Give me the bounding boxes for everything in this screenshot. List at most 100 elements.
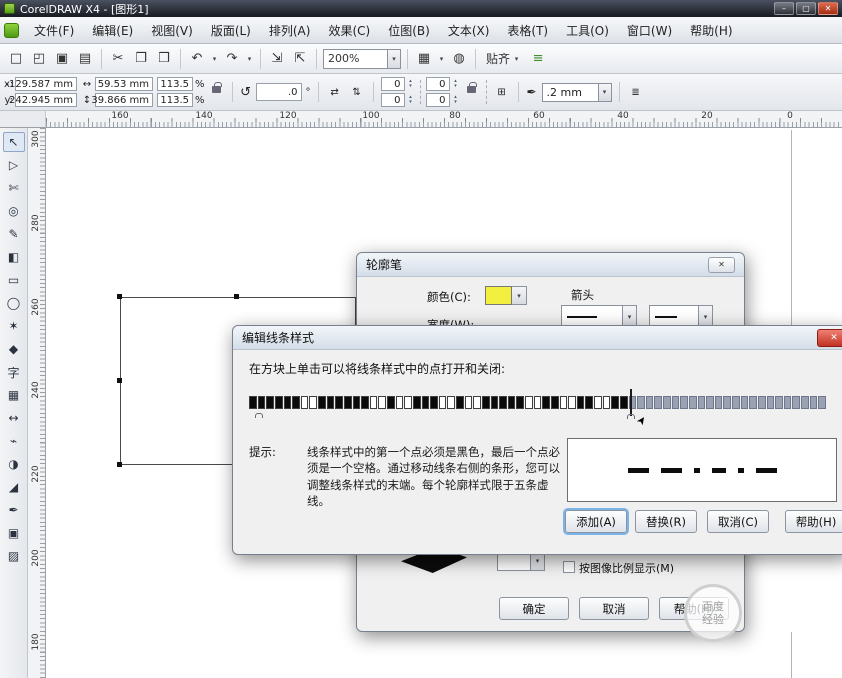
text-tool-icon[interactable]: 字	[3, 362, 25, 382]
application-launcher-icon[interactable]: ▦	[414, 49, 434, 69]
polygon-tool-icon[interactable]: ✶	[3, 316, 25, 336]
options-icon[interactable]: ≡	[528, 49, 548, 69]
menu-item-edit[interactable]: 编辑(E)	[83, 18, 142, 43]
pattern-cell-8[interactable]	[318, 396, 326, 409]
pattern-cell-43[interactable]	[620, 396, 628, 409]
pattern-cell-42[interactable]	[611, 396, 619, 409]
shape-tool-icon[interactable]: ▷	[3, 155, 25, 175]
spin-down-icon[interactable]: ▾	[452, 100, 460, 105]
pick-tool-icon[interactable]: ↖	[3, 132, 25, 152]
menu-item-file[interactable]: 文件(F)	[25, 18, 83, 43]
ok-button[interactable]: 确定	[499, 597, 569, 620]
pattern-cell-13[interactable]	[361, 396, 369, 409]
eyedropper-tool-icon[interactable]: ◢	[3, 477, 25, 497]
pattern-cell-6[interactable]	[301, 396, 309, 409]
scale-y-input[interactable]: 113.5	[157, 93, 193, 107]
edit-line-style-close-icon[interactable]: ✕	[817, 329, 842, 347]
spinner-icon[interactable]: ▴▾	[452, 95, 460, 105]
pattern-cell-36[interactable]	[560, 396, 568, 409]
freehand-tool-icon[interactable]: ✎	[3, 224, 25, 244]
menu-item-text[interactable]: 文本(X)	[439, 18, 499, 43]
ruler-origin[interactable]	[0, 110, 46, 128]
pattern-cell-10[interactable]	[335, 396, 343, 409]
menu-item-tools[interactable]: 工具(O)	[557, 18, 618, 43]
selection-handle-top-left[interactable]	[117, 294, 122, 299]
cancel-button[interactable]: 取消	[579, 597, 649, 620]
replace-button[interactable]: 替换(R)	[635, 510, 697, 533]
cancel-button[interactable]: 取消(C)	[707, 510, 769, 533]
fill-tool-icon[interactable]: ▣	[3, 523, 25, 543]
scale-x-input[interactable]: 113.5	[157, 77, 193, 91]
redo-dropdown-icon[interactable]: ▾	[245, 55, 254, 63]
corner-radius-input[interactable]: 0	[426, 77, 450, 91]
pattern-cell-22[interactable]	[439, 396, 447, 409]
copy-icon[interactable]: ❐	[131, 49, 151, 69]
redo-icon[interactable]: ↷	[222, 49, 242, 69]
add-button[interactable]: 添加(A)	[565, 510, 627, 533]
corner-lock-button[interactable]	[464, 80, 480, 104]
pattern-cell-35[interactable]	[551, 396, 559, 409]
pattern-cell-20[interactable]	[422, 396, 430, 409]
print-icon[interactable]: ▤	[75, 49, 95, 69]
pattern-cell-32[interactable]	[525, 396, 533, 409]
pattern-cell-38[interactable]	[577, 396, 585, 409]
spinner-icon[interactable]: ▴▾	[452, 79, 460, 89]
maximize-button[interactable]: ▢	[796, 2, 816, 15]
pattern-cell-30[interactable]	[508, 396, 516, 409]
pattern-cell-29[interactable]	[499, 396, 507, 409]
outline-pen-close-icon[interactable]: ✕	[708, 257, 735, 273]
menu-item-help[interactable]: 帮助(H)	[681, 18, 741, 43]
selection-handle-top-mid[interactable]	[234, 294, 239, 299]
corner-radius-input[interactable]: 0	[426, 93, 450, 107]
line-style-pattern-strip[interactable]	[249, 396, 835, 409]
corner-radius-input[interactable]: 0	[381, 77, 405, 91]
pattern-cell-0[interactable]	[249, 396, 257, 409]
pattern-cell-15[interactable]	[378, 396, 386, 409]
scale-with-image-checkbox[interactable]	[563, 561, 575, 573]
x-position-input[interactable]: -129.587 mm	[15, 77, 77, 91]
pattern-cell-17[interactable]	[396, 396, 404, 409]
pattern-cell-24[interactable]	[456, 396, 464, 409]
outline-color-swatch[interactable]	[485, 286, 512, 305]
spin-down-icon[interactable]: ▾	[407, 84, 415, 89]
export-icon[interactable]: ⇱	[290, 49, 310, 69]
welcome-screen-icon[interactable]: ◍	[449, 49, 469, 69]
undo-icon[interactable]: ↶	[187, 49, 207, 69]
edit-line-style-titlebar[interactable]: 编辑线条样式	[233, 326, 842, 350]
minimize-button[interactable]: –	[774, 2, 794, 15]
scale-lock-button[interactable]	[209, 80, 225, 104]
pattern-cell-25[interactable]	[465, 396, 473, 409]
pattern-cell-16[interactable]	[387, 396, 395, 409]
spinner-icon[interactable]: ▴▾	[407, 79, 415, 89]
wrap-text-button[interactable]: ⊞	[493, 83, 511, 101]
pattern-cell-37[interactable]	[568, 396, 576, 409]
pattern-cell-4[interactable]	[284, 396, 292, 409]
menu-item-view[interactable]: 视图(V)	[142, 18, 202, 43]
outline-pen-tool-icon[interactable]: ✒	[3, 500, 25, 520]
blend-tool-icon[interactable]: ◑	[3, 454, 25, 474]
zoom-tool-icon[interactable]: ◎	[3, 201, 25, 221]
zoom-level-combo[interactable]: 200% ▾	[323, 49, 401, 69]
pattern-cell-1[interactable]	[258, 396, 266, 409]
selection-handle-bottom-left[interactable]	[117, 462, 122, 467]
outline-color-combo[interactable]: ▾	[485, 286, 527, 305]
dimension-tool-icon[interactable]: ↔	[3, 408, 25, 428]
pattern-cell-26[interactable]	[473, 396, 481, 409]
ellipse-tool-icon[interactable]: ◯	[3, 293, 25, 313]
menu-item-arrange[interactable]: 排列(A)	[260, 18, 320, 43]
zoom-dropdown-icon[interactable]: ▾	[387, 50, 400, 68]
pattern-cell-31[interactable]	[516, 396, 524, 409]
units-button[interactable]: ≣	[627, 83, 645, 101]
corner-radius-input[interactable]: 0	[381, 93, 405, 107]
pattern-cell-18[interactable]	[404, 396, 412, 409]
pattern-cell-19[interactable]	[413, 396, 421, 409]
mirror-horizontal-button[interactable]: ⇄	[326, 83, 344, 101]
connector-tool-icon[interactable]: ⌁	[3, 431, 25, 451]
undo-dropdown-icon[interactable]: ▾	[210, 55, 219, 63]
mirror-vertical-button[interactable]: ⇅	[348, 83, 366, 101]
pattern-cell-11[interactable]	[344, 396, 352, 409]
horizontal-ruler[interactable]: 160140120100806040200	[46, 110, 842, 128]
pattern-cell-14[interactable]	[370, 396, 378, 409]
menu-item-table[interactable]: 表格(T)	[498, 18, 557, 43]
pattern-cell-27[interactable]	[482, 396, 490, 409]
